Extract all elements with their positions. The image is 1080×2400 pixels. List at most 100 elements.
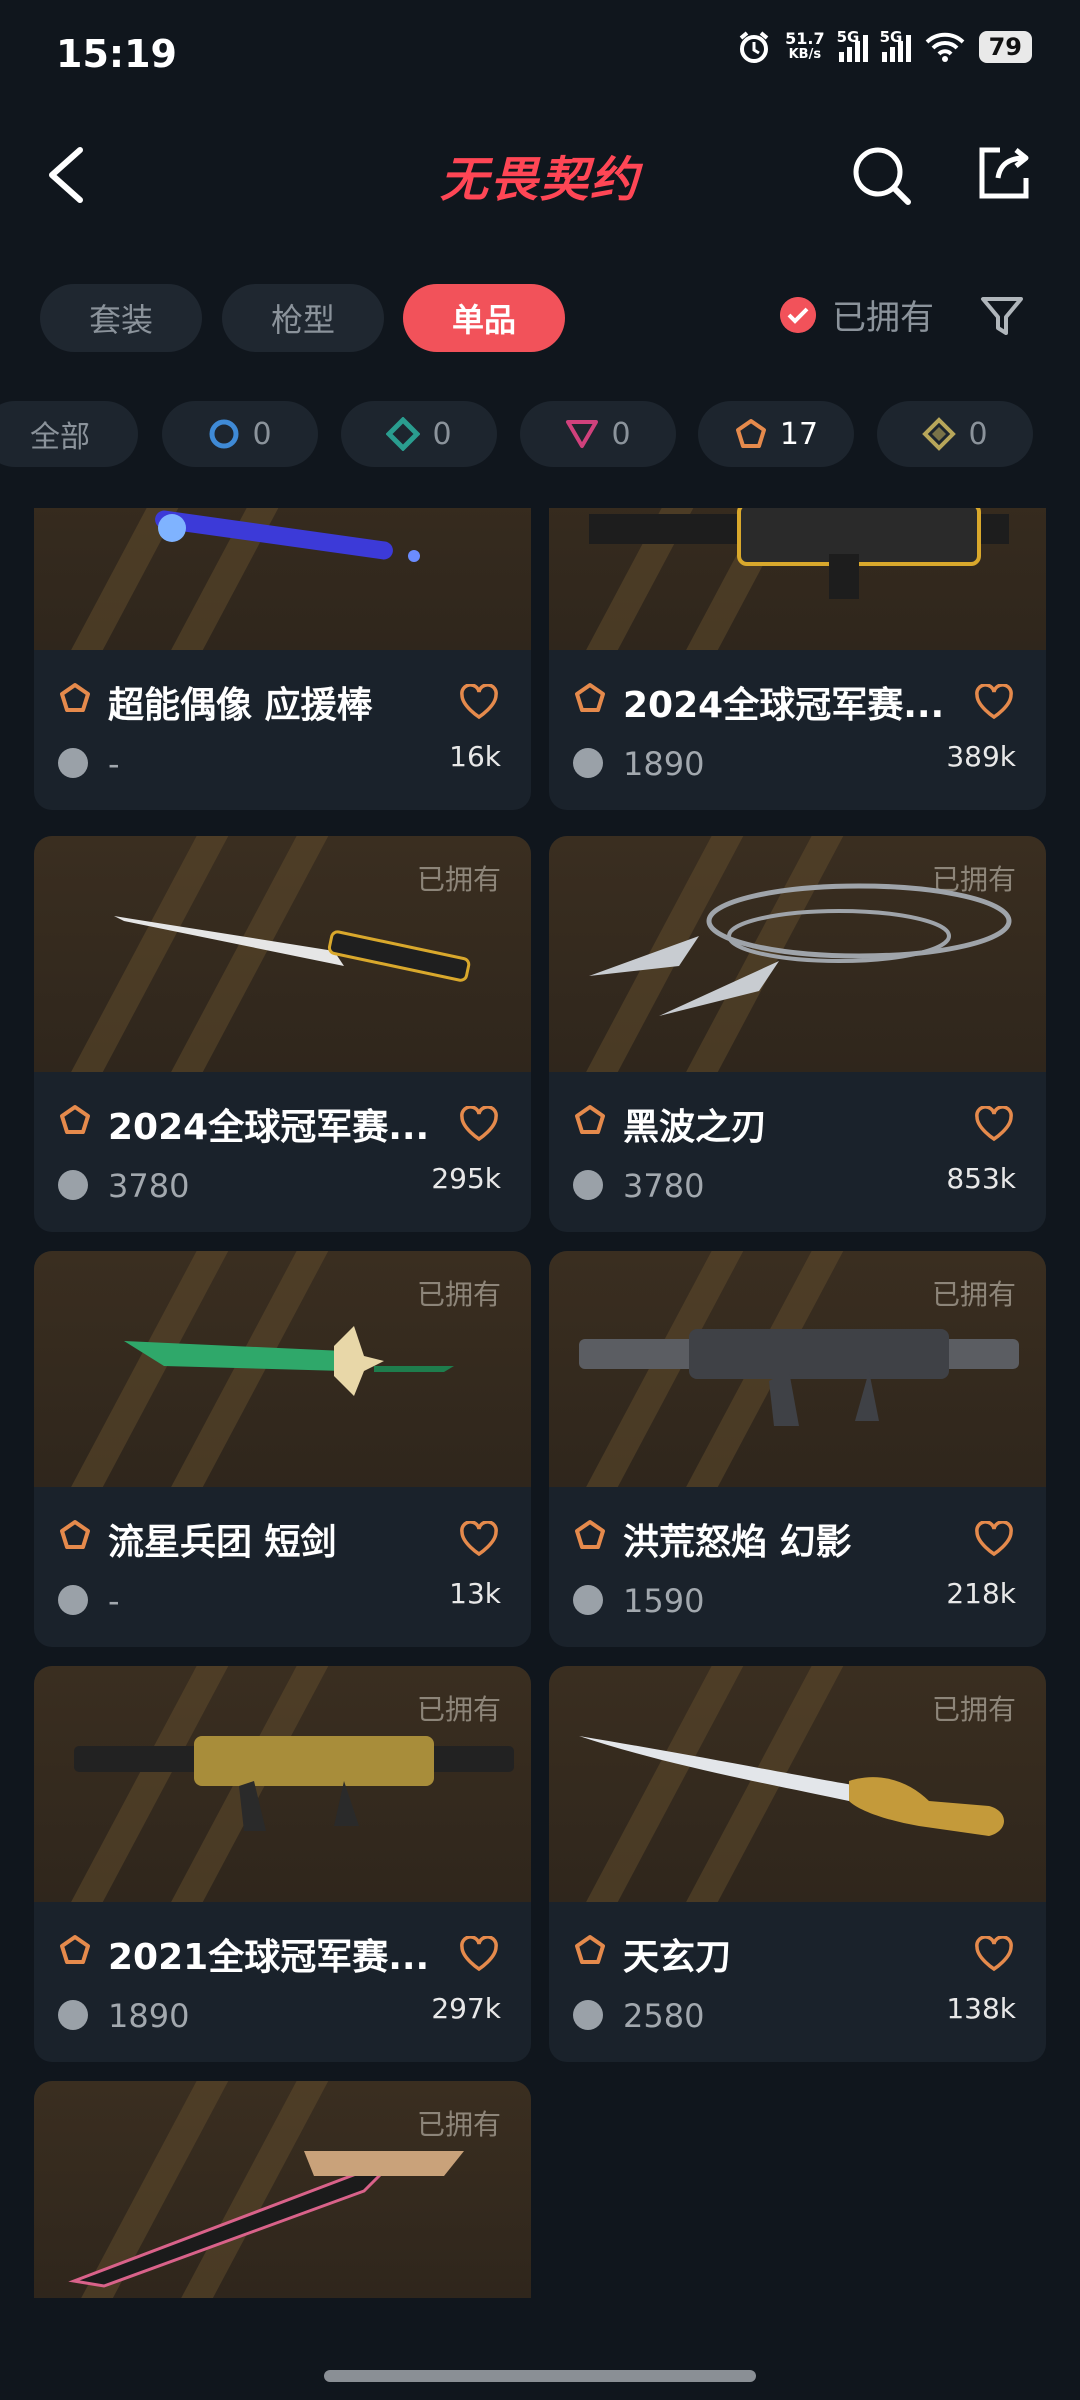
tier-exclusive-icon: [575, 1105, 605, 1134]
heart-icon[interactable]: [459, 684, 499, 720]
item-card[interactable]: 已拥有 2021全球冠军赛... 1890 297k: [34, 1666, 531, 2062]
item-image: 已拥有: [34, 2081, 531, 2298]
tier-exclusive-icon: [60, 1935, 90, 1964]
share-icon[interactable]: [976, 146, 1032, 202]
item-likes: 853k: [946, 1162, 1016, 1195]
item-image: 已拥有: [549, 1251, 1046, 1487]
heart-icon[interactable]: [974, 1521, 1014, 1557]
vp-currency-icon: [58, 748, 88, 778]
tier-chip-all-label: 全部: [30, 420, 90, 455]
heart-icon[interactable]: [974, 684, 1014, 720]
heart-icon[interactable]: [974, 1936, 1014, 1972]
alarm-icon: [739, 31, 769, 63]
item-price: 1890: [623, 745, 705, 783]
weapon-image: [114, 916, 471, 982]
tier-count: 17: [779, 416, 819, 452]
tab-weapon-type[interactable]: 枪型: [222, 284, 384, 352]
owned-filter-toggle[interactable]: 已拥有: [780, 290, 934, 339]
tier-exclusive-icon: [60, 683, 90, 712]
item-card[interactable]: 已拥有 流星兵团 短剑 - 13k: [34, 1251, 531, 1647]
tier-select-icon: [209, 419, 239, 449]
item-image: 已拥有: [34, 836, 531, 1072]
item-name: 超能偶像 应援棒: [108, 685, 373, 726]
tab-single-item[interactable]: 单品: [403, 284, 565, 352]
item-likes: 295k: [431, 1162, 501, 1195]
tier-exclusive-icon: [575, 1520, 605, 1549]
item-likes: 13k: [449, 1577, 501, 1610]
item-price: 1590: [623, 1582, 705, 1620]
item-card[interactable]: 超能偶像 应援棒 - 16k: [34, 508, 531, 810]
item-likes: 389k: [946, 740, 1016, 773]
weapon-image: [589, 508, 1009, 599]
item-price: 3780: [623, 1167, 705, 1205]
item-name: 2024全球冠军赛...: [108, 1107, 430, 1148]
item-image: 已拥有: [34, 1251, 531, 1487]
item-image: 已拥有: [34, 1666, 531, 1902]
item-likes: 16k: [449, 740, 501, 773]
item-name: 流星兵团 短剑: [108, 1522, 337, 1563]
item-price: -: [108, 745, 120, 783]
tier-exclusive-icon: [60, 1520, 90, 1549]
status-time: 15:19: [56, 32, 177, 76]
weapon-image: [74, 1736, 514, 1831]
tier-chip-exclusive[interactable]: 17: [698, 401, 854, 467]
weapon-image: [124, 1326, 454, 1396]
battery-indicator: 79: [978, 31, 1032, 63]
tier-chip-deluxe[interactable]: 0: [341, 401, 497, 467]
tier-exclusive-icon: [575, 683, 605, 712]
search-icon[interactable]: [852, 146, 912, 206]
item-price: -: [108, 1582, 120, 1620]
heart-icon[interactable]: [459, 1936, 499, 1972]
tier-deluxe-icon: [386, 417, 421, 451]
tier-ultra-icon: [922, 417, 957, 451]
heart-icon[interactable]: [974, 1106, 1014, 1142]
item-image: 已拥有: [549, 1666, 1046, 1902]
item-price: 3780: [108, 1167, 190, 1205]
owned-label: 已拥有: [416, 1278, 501, 1311]
weapon-image: [579, 1329, 1019, 1426]
heart-icon[interactable]: [459, 1106, 499, 1142]
tier-chip-ultra[interactable]: 0: [877, 401, 1033, 467]
weapon-image: [155, 510, 420, 562]
owned-filter-label: 已拥有: [832, 298, 934, 338]
weapon-image: [68, 2151, 464, 2288]
item-card[interactable]: 2024全球冠军赛... 1890 389k: [549, 508, 1046, 810]
item-likes: 297k: [431, 1992, 501, 2025]
item-card[interactable]: 已拥有 洪荒怒焰 幻影 1590 218k: [549, 1251, 1046, 1647]
item-name: 2024全球冠军赛...: [623, 685, 945, 726]
vp-currency-icon: [58, 1585, 88, 1615]
tier-exclusive-icon: [735, 419, 766, 448]
item-likes: 138k: [946, 1992, 1016, 2025]
item-price: 1890: [108, 1997, 190, 2035]
tier-chip-premium[interactable]: 0: [520, 401, 676, 467]
wifi-icon: [925, 32, 964, 62]
item-name: 洪荒怒焰 幻影: [623, 1522, 852, 1563]
tier-count: 0: [432, 416, 452, 452]
signal-5g-2-icon: 5G: [880, 28, 911, 62]
item-card[interactable]: 已拥有 黑波之刃 3780 853k: [549, 836, 1046, 1232]
item-card[interactable]: 已拥有 天玄刀 2580 138k: [549, 1666, 1046, 2062]
weapon-image: [589, 883, 1012, 1016]
item-card[interactable]: 已拥有: [34, 2081, 531, 2298]
brand-title: 无畏契约: [439, 152, 640, 208]
item-image: [549, 508, 1046, 650]
tier-premium-icon: [566, 420, 599, 448]
owned-label: 已拥有: [416, 863, 501, 896]
item-name: 天玄刀: [623, 1937, 732, 1978]
tab-suits[interactable]: 套装: [40, 284, 202, 352]
item-price: 2580: [623, 1997, 705, 2035]
home-indicator[interactable]: [324, 2370, 756, 2382]
net-speed: 51.7 KB/s: [785, 29, 825, 63]
tier-exclusive-icon: [60, 1105, 90, 1134]
item-image: 已拥有: [549, 836, 1046, 1072]
vp-currency-icon: [573, 2000, 603, 2030]
item-card[interactable]: 已拥有 2024全球冠军赛... 3780 295k: [34, 836, 531, 1232]
tier-chip-select[interactable]: 0: [162, 401, 318, 467]
tier-count: 0: [252, 416, 272, 452]
weapon-image: [579, 1736, 1004, 1836]
signal-5g-1-icon: 5G: [837, 28, 868, 62]
heart-icon[interactable]: [459, 1521, 499, 1557]
filter-icon[interactable]: [980, 296, 1024, 336]
tier-chip-all[interactable]: 全部: [0, 401, 138, 467]
tier-count: 0: [968, 416, 988, 452]
